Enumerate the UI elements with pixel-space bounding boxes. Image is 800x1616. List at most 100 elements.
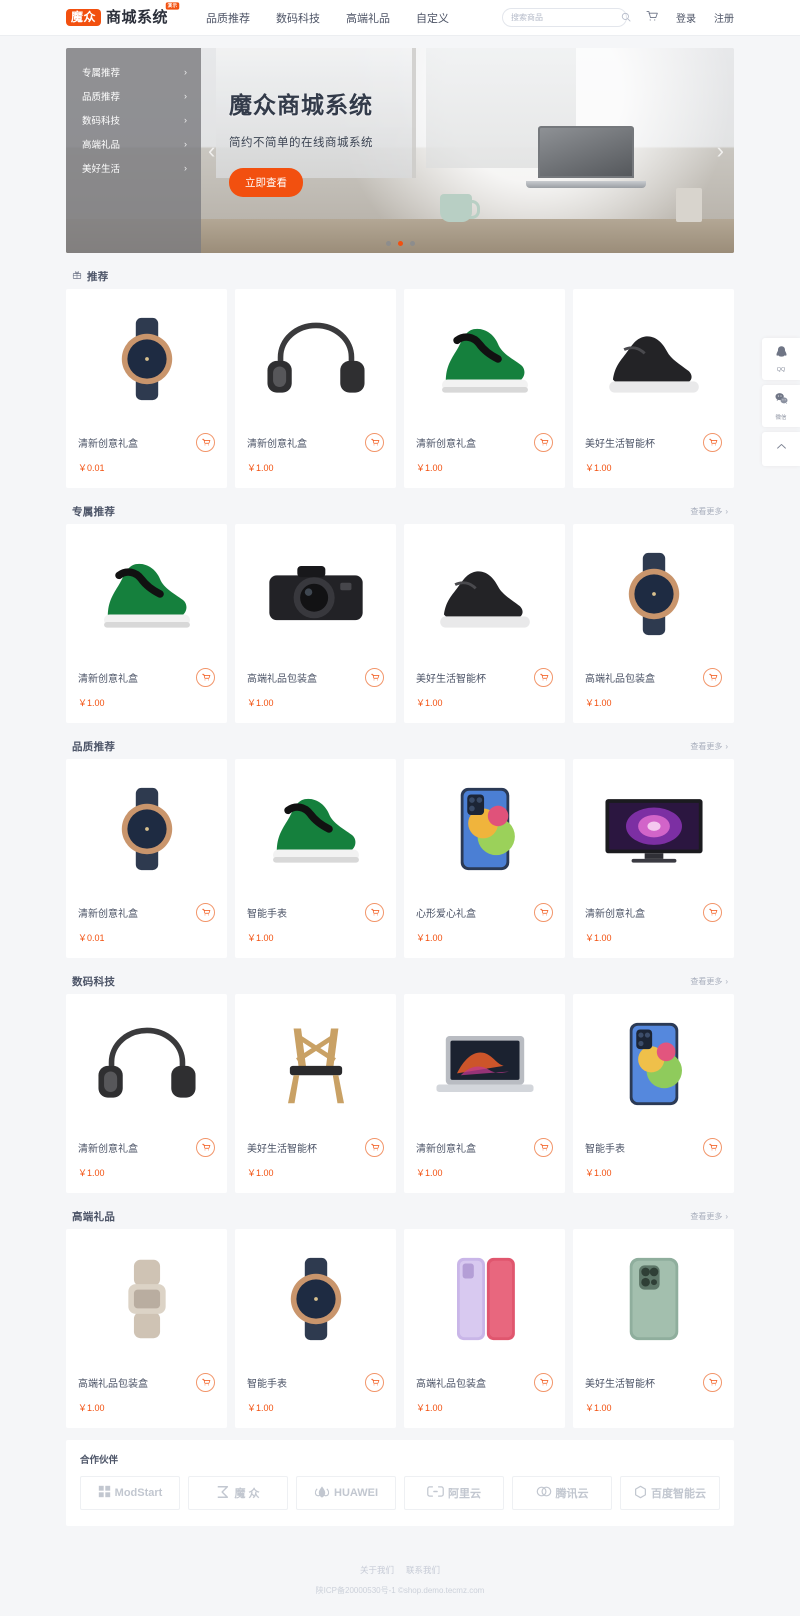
add-to-cart-button[interactable] [534, 1373, 553, 1392]
section-more-link-2[interactable]: 查看更多 › [690, 741, 728, 752]
add-to-cart-button[interactable] [365, 433, 384, 452]
hero-cta-button[interactable]: 立即查看 [229, 168, 303, 197]
product-title-row: 美好生活智能杯 [416, 668, 553, 687]
footer-link-about[interactable]: 关于我们 [360, 1564, 394, 1576]
section-more-link-1[interactable]: 查看更多 › [690, 506, 728, 517]
product-price: ￥1.00 [247, 1168, 274, 1178]
login-link[interactable]: 登录 [676, 10, 696, 25]
footer-links: 关于我们 联系我们 [0, 1564, 800, 1576]
product-name: 清新创意礼盒 [78, 674, 138, 685]
product-price: ￥1.00 [78, 1403, 105, 1413]
product-card[interactable]: 清新创意礼盒 ￥0.01 [66, 289, 227, 488]
add-to-cart-button[interactable] [365, 903, 384, 922]
logo-sup-badge: 演示 [165, 2, 180, 10]
nav-item-0[interactable]: 品质推荐 [206, 10, 250, 26]
product-card[interactable]: 清新创意礼盒 ￥1.00 [573, 759, 734, 958]
add-to-cart-button[interactable] [703, 1138, 722, 1157]
nav-item-1[interactable]: 数码科技 [276, 10, 320, 26]
back-to-top-button[interactable] [762, 432, 800, 466]
hero-category-1[interactable]: 品质推荐 › [66, 84, 201, 108]
product-card[interactable]: 美好生活智能杯 ￥1.00 [573, 1229, 734, 1428]
hero-category-2[interactable]: 数码科技 › [66, 108, 201, 132]
cart-icon[interactable] [645, 9, 658, 27]
carousel-dot-2[interactable] [409, 241, 415, 246]
product-card[interactable]: 清新创意礼盒 ￥1.00 [66, 524, 227, 723]
nav-item-2[interactable]: 高端礼品 [346, 10, 390, 26]
float-qq-button[interactable]: QQ [762, 338, 800, 380]
add-to-cart-button[interactable] [534, 433, 553, 452]
product-section-3: 数码科技 查看更多 › 清新创意礼盒 ￥1.00 美好生活智能杯 ￥1.00 清新创意礼盒 ￥1… [66, 968, 734, 1193]
add-to-cart-button[interactable] [196, 1373, 215, 1392]
chevron-right-icon: › [184, 67, 187, 77]
product-card[interactable]: 美好生活智能杯 ￥1.00 [235, 994, 396, 1193]
partner-label-0: ModStart [114, 1487, 163, 1499]
product-title-row: 高端礼品包装盒 [247, 668, 384, 687]
search-input[interactable] [511, 13, 621, 22]
product-image [573, 524, 734, 664]
partner-item-1[interactable]: 魔 众 [188, 1476, 288, 1510]
product-card[interactable]: 清新创意礼盒 ￥1.00 [235, 289, 396, 488]
cart-icon [370, 1374, 380, 1392]
add-to-cart-button[interactable] [365, 1373, 384, 1392]
section-title-3: 数码科技 [72, 974, 115, 989]
add-to-cart-button[interactable] [703, 1373, 722, 1392]
register-link[interactable]: 注册 [714, 10, 734, 25]
product-card[interactable]: 智能手表 ￥1.00 [235, 759, 396, 958]
add-to-cart-button[interactable] [196, 433, 215, 452]
search-icon[interactable] [621, 9, 631, 27]
nav-item-3[interactable]: 自定义 [416, 10, 449, 26]
product-card[interactable]: 清新创意礼盒 ￥1.00 [66, 994, 227, 1193]
product-card[interactable]: 高端礼品包装盒 ￥1.00 [404, 1229, 565, 1428]
product-card[interactable]: 清新创意礼盒 ￥1.00 [404, 994, 565, 1193]
add-to-cart-button[interactable] [703, 903, 722, 922]
search-box[interactable] [502, 8, 631, 27]
section-more-link-4[interactable]: 查看更多 › [690, 1211, 728, 1222]
product-card[interactable]: 智能手表 ￥1.00 [235, 1229, 396, 1428]
product-card[interactable]: 清新创意礼盒 ￥0.01 [66, 759, 227, 958]
add-to-cart-button[interactable] [534, 903, 553, 922]
product-name: 清新创意礼盒 [247, 439, 307, 450]
footer-link-contact[interactable]: 联系我们 [406, 1564, 440, 1576]
partner-item-0[interactable]: ModStart [80, 1476, 180, 1510]
partner-item-3[interactable]: 阿里云 [404, 1476, 504, 1510]
hero-category-4[interactable]: 美好生活 › [66, 156, 201, 180]
product-price: ￥1.00 [416, 463, 443, 473]
hero-category-3[interactable]: 高端礼品 › [66, 132, 201, 156]
carousel-next-arrow[interactable]: › [717, 138, 724, 164]
huawei-icon [314, 1485, 330, 1502]
product-card[interactable]: 美好生活智能杯 ￥1.00 [573, 289, 734, 488]
product-card[interactable]: 美好生活智能杯 ￥1.00 [404, 524, 565, 723]
product-card[interactable]: 智能手表 ￥1.00 [573, 994, 734, 1193]
section-more-link-3[interactable]: 查看更多 › [690, 976, 728, 987]
product-price: ￥1.00 [416, 933, 443, 943]
float-wechat-button[interactable]: 微信 [762, 385, 800, 427]
hero-category-0[interactable]: 专属推荐 › [66, 60, 201, 84]
site-logo[interactable]: 魔众 商城系统 演示 [66, 2, 180, 26]
product-card[interactable]: 高端礼品包装盒 ￥1.00 [235, 524, 396, 723]
add-to-cart-button[interactable] [534, 1138, 553, 1157]
product-card[interactable]: 清新创意礼盒 ￥1.00 [404, 289, 565, 488]
carousel-prev-arrow[interactable]: ‹ [208, 138, 215, 164]
section-title-text-3: 数码科技 [72, 975, 116, 988]
add-to-cart-button[interactable] [365, 668, 384, 687]
add-to-cart-button[interactable] [703, 433, 722, 452]
add-to-cart-button[interactable] [196, 903, 215, 922]
add-to-cart-button[interactable] [365, 1138, 384, 1157]
partner-item-5[interactable]: 百度智能云 [620, 1476, 720, 1510]
carousel-dot-1[interactable] [397, 241, 403, 246]
product-card[interactable]: 心形爱心礼盒 ￥1.00 [404, 759, 565, 958]
add-to-cart-button[interactable] [196, 668, 215, 687]
carousel-dot-0[interactable] [385, 241, 391, 246]
product-image [66, 1229, 227, 1369]
cart-icon [539, 904, 549, 922]
partner-label-1: 魔 众 [234, 1488, 260, 1500]
add-to-cart-button[interactable] [534, 668, 553, 687]
add-to-cart-button[interactable] [196, 1138, 215, 1157]
product-card[interactable]: 高端礼品包装盒 ￥1.00 [573, 524, 734, 723]
product-card[interactable]: 高端礼品包装盒 ￥1.00 [66, 1229, 227, 1428]
partner-item-4[interactable]: 腾讯云 [512, 1476, 612, 1510]
product-title-row: 美好生活智能杯 [247, 1138, 384, 1157]
add-to-cart-button[interactable] [703, 668, 722, 687]
hero-category-label-4: 美好生活 [82, 164, 121, 175]
partner-item-2[interactable]: HUAWEI [296, 1476, 396, 1510]
